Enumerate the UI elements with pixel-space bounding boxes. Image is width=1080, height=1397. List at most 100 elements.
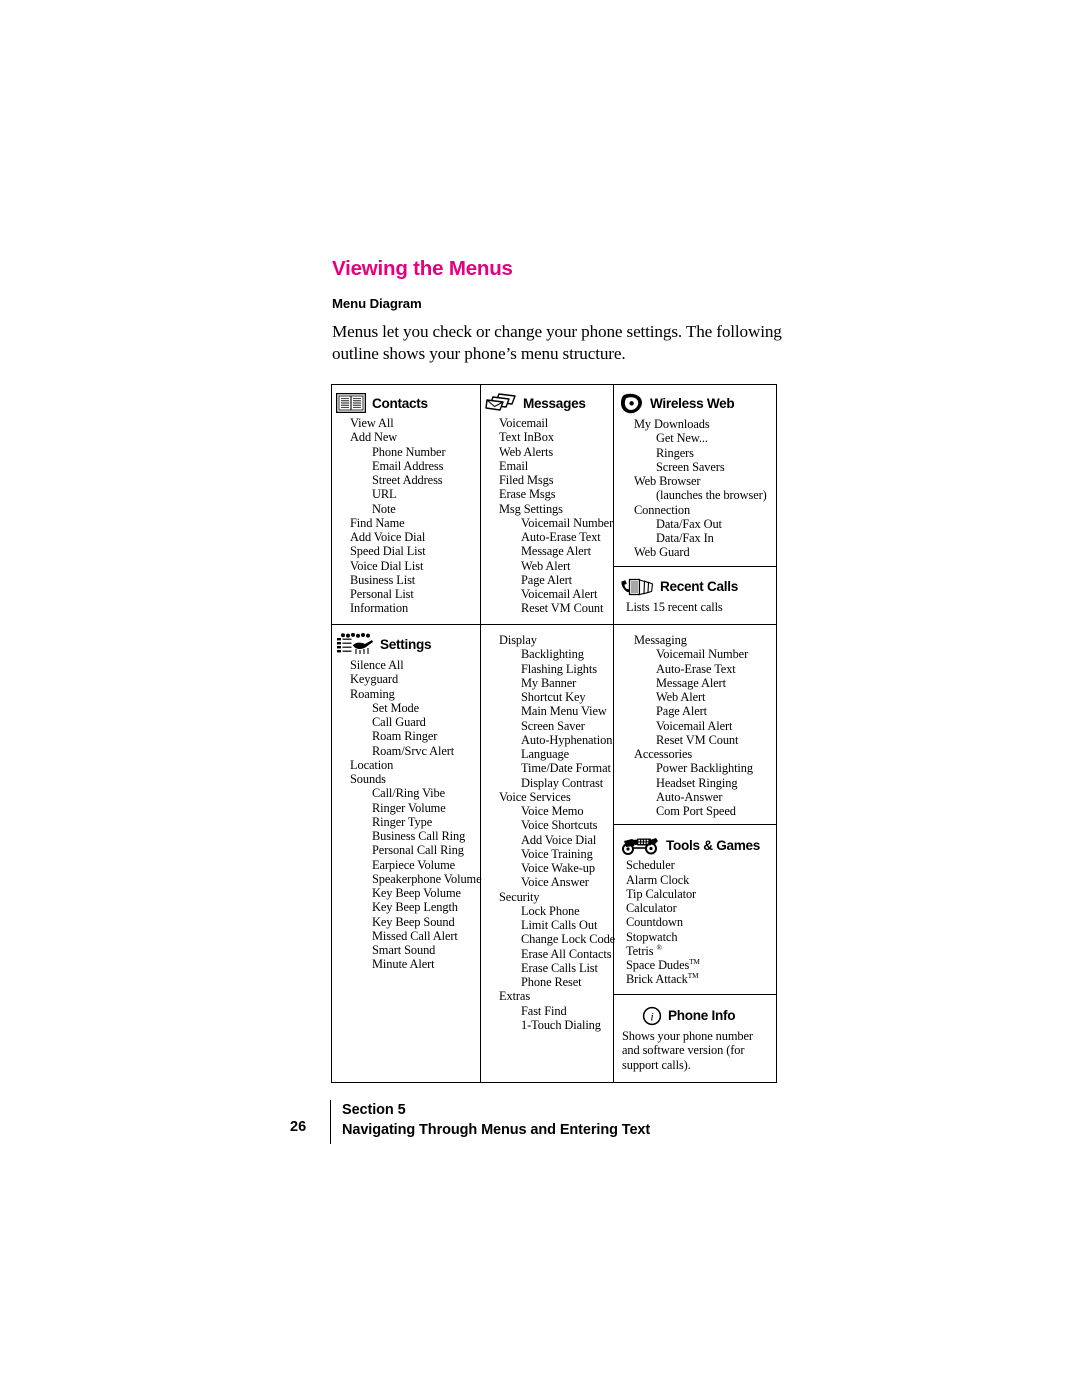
menu-item: View All bbox=[350, 416, 394, 430]
panel-recent-calls: Recent Calls Lists 15 recent calls bbox=[614, 567, 776, 625]
menu-item: Scheduler bbox=[626, 858, 675, 873]
trademark-mark: TM bbox=[689, 957, 700, 966]
wireless-web-title: Wireless Web bbox=[650, 396, 735, 411]
menu-item: Fast Find bbox=[521, 1003, 567, 1018]
menu-item: Erase Msgs bbox=[499, 487, 556, 502]
menu-item: Business List bbox=[350, 572, 416, 587]
menu-item: Limit Calls Out bbox=[521, 918, 598, 933]
menu-item: Voicemail Alert bbox=[656, 718, 733, 733]
panel-phone-info: i Phone Info Shows your phone number and… bbox=[614, 995, 776, 1083]
contacts-menu-list: View All Add New Phone Number Email Address… bbox=[336, 416, 476, 616]
menu-item: Auto-Erase Text bbox=[656, 661, 736, 676]
trademark-mark: TM bbox=[687, 972, 699, 981]
menu-item: Reset VM Count bbox=[656, 732, 739, 747]
menu-item: Reset VM Count bbox=[521, 601, 604, 616]
menu-item: Sounds bbox=[350, 772, 386, 787]
menu-item: Display Contrast bbox=[521, 775, 604, 790]
menu-item: Flashing Lights bbox=[521, 661, 597, 676]
section-subheading: Menu Diagram bbox=[332, 295, 422, 311]
recent-calls-header: Recent Calls bbox=[620, 577, 772, 597]
settings-menu-list-3: Messaging Voicemail Number Auto-Erase Text… bbox=[620, 633, 772, 818]
menu-item: Note bbox=[372, 501, 396, 516]
menu-item: Information bbox=[350, 601, 409, 616]
tools-games-title: Tools & Games bbox=[666, 837, 761, 853]
menu-item: Security bbox=[499, 889, 540, 904]
menu-item: Calculator bbox=[626, 901, 677, 916]
menu-item: Time/Date Format bbox=[521, 761, 611, 776]
menu-item: Ringer Type bbox=[372, 814, 433, 829]
settings-menu-list-2: Display Backlighting Flashing Lights My Ban… bbox=[485, 633, 616, 1032]
menu-item: Erase All Contacts bbox=[521, 946, 612, 961]
recent-calls-title: Recent Calls bbox=[660, 579, 738, 594]
panel-contacts: Contacts View All Add New Phone Number Emai… bbox=[332, 385, 481, 625]
footer-text: Section 5 Navigating Through Menus and E… bbox=[342, 1100, 650, 1140]
menu-item: Change Lock Code bbox=[521, 932, 616, 947]
menu-item: Voice Wake-up bbox=[521, 861, 595, 876]
menu-item: Text InBox bbox=[499, 430, 554, 445]
settings-sliders-icon bbox=[336, 632, 374, 655]
tools-games-header: Tools & Games bbox=[620, 835, 772, 856]
svg-text:i: i bbox=[650, 1009, 653, 1023]
menu-item: Stopwatch bbox=[626, 929, 678, 944]
menu-item: Countdown bbox=[626, 915, 683, 930]
menu-item: Keyguard bbox=[350, 672, 399, 687]
menu-item: Alarm Clock bbox=[626, 872, 690, 887]
menu-item: Find Name bbox=[350, 515, 405, 530]
footer-title: Navigating Through Menus and Entering Te… bbox=[342, 1122, 651, 1138]
menu-item: Personal Call Ring bbox=[372, 843, 464, 858]
menu-item: Smart Sound bbox=[372, 943, 436, 958]
menu-item: Messaging bbox=[634, 633, 687, 648]
diagram-row-bottom: Settings Silence All Keyguard Roaming Set M… bbox=[332, 625, 776, 1083]
menu-item: Voicemail Number bbox=[656, 647, 749, 662]
page-title: Viewing the Menus bbox=[332, 257, 513, 280]
footer-divider bbox=[330, 1100, 331, 1144]
phone-info-header: i Phone Info bbox=[620, 1006, 772, 1026]
menu-item: 1-Touch Dialing bbox=[521, 1017, 601, 1032]
menu-item: Street Address bbox=[372, 473, 443, 487]
menu-item: Key Beep Volume bbox=[372, 886, 461, 901]
menu-item: Web Alert bbox=[521, 558, 571, 573]
menu-item: Earpiece Volume bbox=[372, 857, 456, 872]
menu-item: Roam Ringer bbox=[372, 729, 438, 744]
menu-item: Msg Settings bbox=[499, 501, 563, 516]
menu-item: Tip Calculator bbox=[626, 886, 697, 901]
menu-item: Message Alert bbox=[656, 675, 726, 690]
motorcycle-tools-icon bbox=[620, 835, 660, 856]
menu-item: Email bbox=[499, 458, 529, 473]
menu-item: Call Guard bbox=[372, 715, 426, 730]
menu-item: Display bbox=[499, 633, 537, 648]
panel-right-stack: Wireless Web My Downloads Get New... Ringe… bbox=[614, 385, 776, 624]
menu-item: Space DudesTM bbox=[626, 957, 700, 973]
menu-item: Page Alert bbox=[521, 572, 572, 587]
trademark-mark: ® bbox=[656, 943, 662, 952]
menu-item: Email Address bbox=[372, 458, 444, 473]
page-number: 26 bbox=[290, 1119, 307, 1135]
menu-item: Speakerphone Volume bbox=[372, 871, 482, 886]
wireless-web-header: Wireless Web bbox=[620, 393, 772, 414]
menu-item: Shortcut Key bbox=[521, 690, 586, 705]
panel-messages: Messages Voicemail Text InBox Web Alerts Em… bbox=[481, 385, 614, 625]
messages-title: Messages bbox=[523, 395, 586, 411]
menu-item: Web Guard bbox=[634, 545, 690, 560]
menu-item: Phone Number bbox=[372, 444, 446, 459]
menu-item: Message Alert bbox=[521, 544, 591, 559]
footer-section: Section 5 bbox=[342, 1102, 406, 1118]
menu-item: Headset Ringing bbox=[656, 775, 738, 790]
contacts-title: Contacts bbox=[372, 395, 428, 411]
menu-item: Key Beep Sound bbox=[372, 914, 455, 929]
settings-title: Settings bbox=[380, 636, 432, 652]
menu-item: My Downloads bbox=[634, 417, 710, 431]
menu-item: Voice Shortcuts bbox=[521, 818, 598, 833]
menu-item: Auto-Answer bbox=[656, 789, 723, 804]
menu-item: Location bbox=[350, 757, 394, 772]
menu-item: Voice Training bbox=[521, 846, 593, 861]
menu-item: Extras bbox=[499, 989, 531, 1004]
menu-item: Voice Dial List bbox=[350, 558, 424, 573]
menu-item: Web Alerts bbox=[499, 444, 554, 459]
menu-item: Minute Alert bbox=[372, 957, 435, 972]
panel-settings-column-2: Display Backlighting Flashing Lights My Ban… bbox=[481, 625, 616, 1083]
intro-paragraph: Menus let you check or change your phone… bbox=[332, 321, 782, 363]
menu-item: Phone Reset bbox=[521, 975, 582, 990]
open-book-icon bbox=[335, 392, 367, 414]
menu-item: Data/Fax Out bbox=[656, 516, 722, 531]
